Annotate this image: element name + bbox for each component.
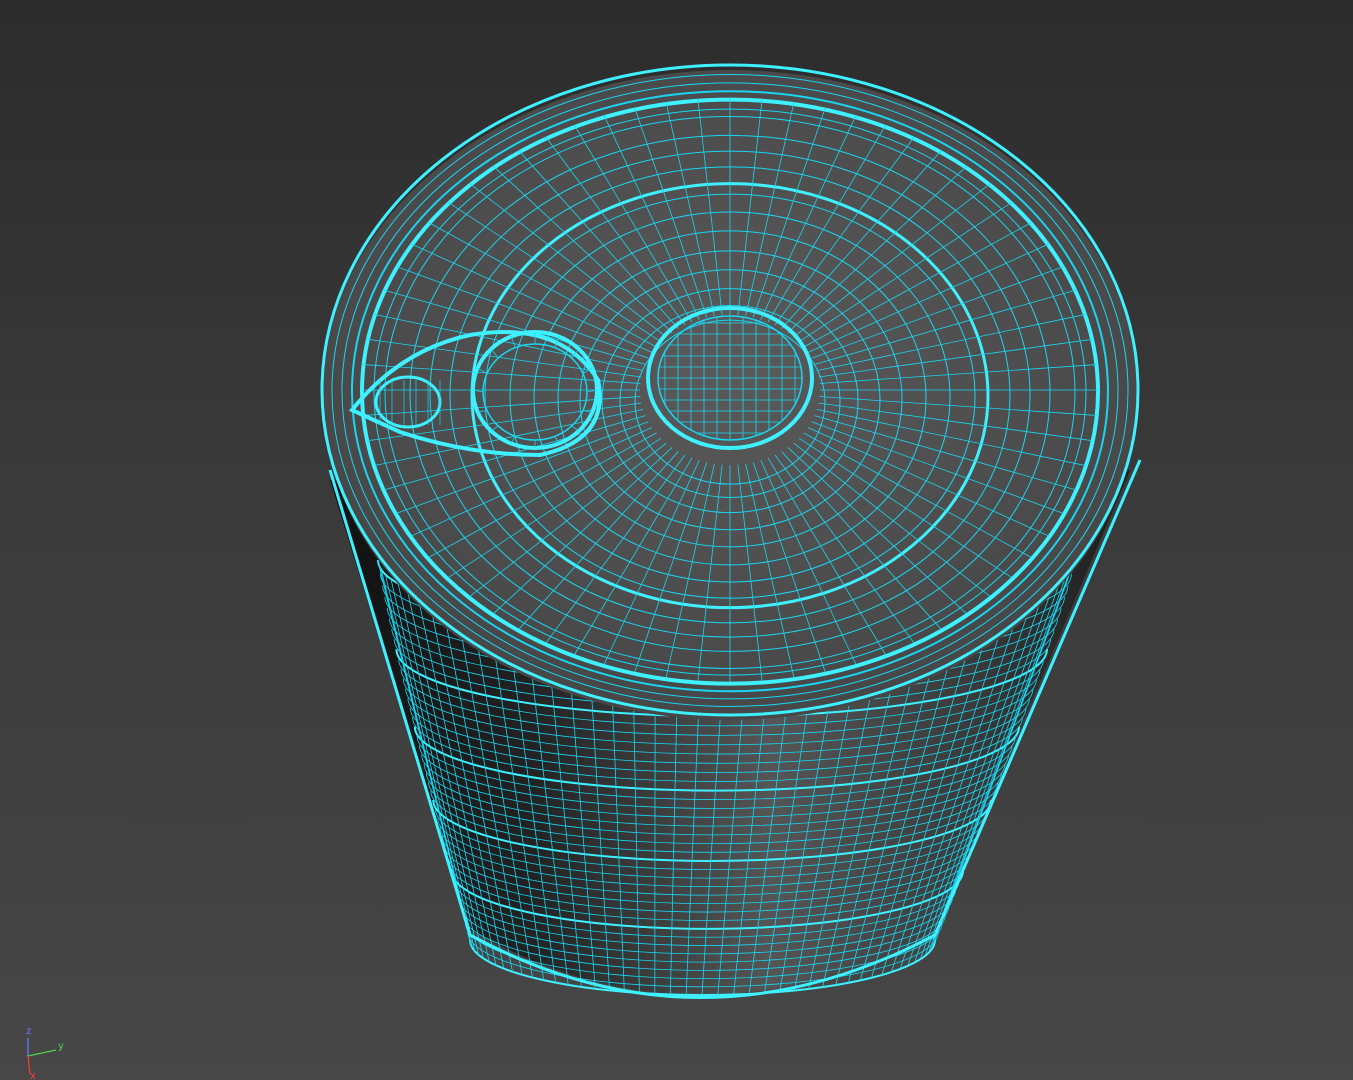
axis-gizmo: z y x [26, 1026, 64, 1080]
y-axis-label: y [58, 1041, 64, 1052]
wireframe-model[interactable] [0, 0, 1353, 1080]
y-axis-line [27, 1049, 57, 1057]
z-axis-label: z [26, 1026, 31, 1037]
center-cap [646, 306, 814, 450]
3d-viewport[interactable]: z y x [0, 0, 1353, 1080]
x-axis-label: x [30, 1071, 36, 1080]
